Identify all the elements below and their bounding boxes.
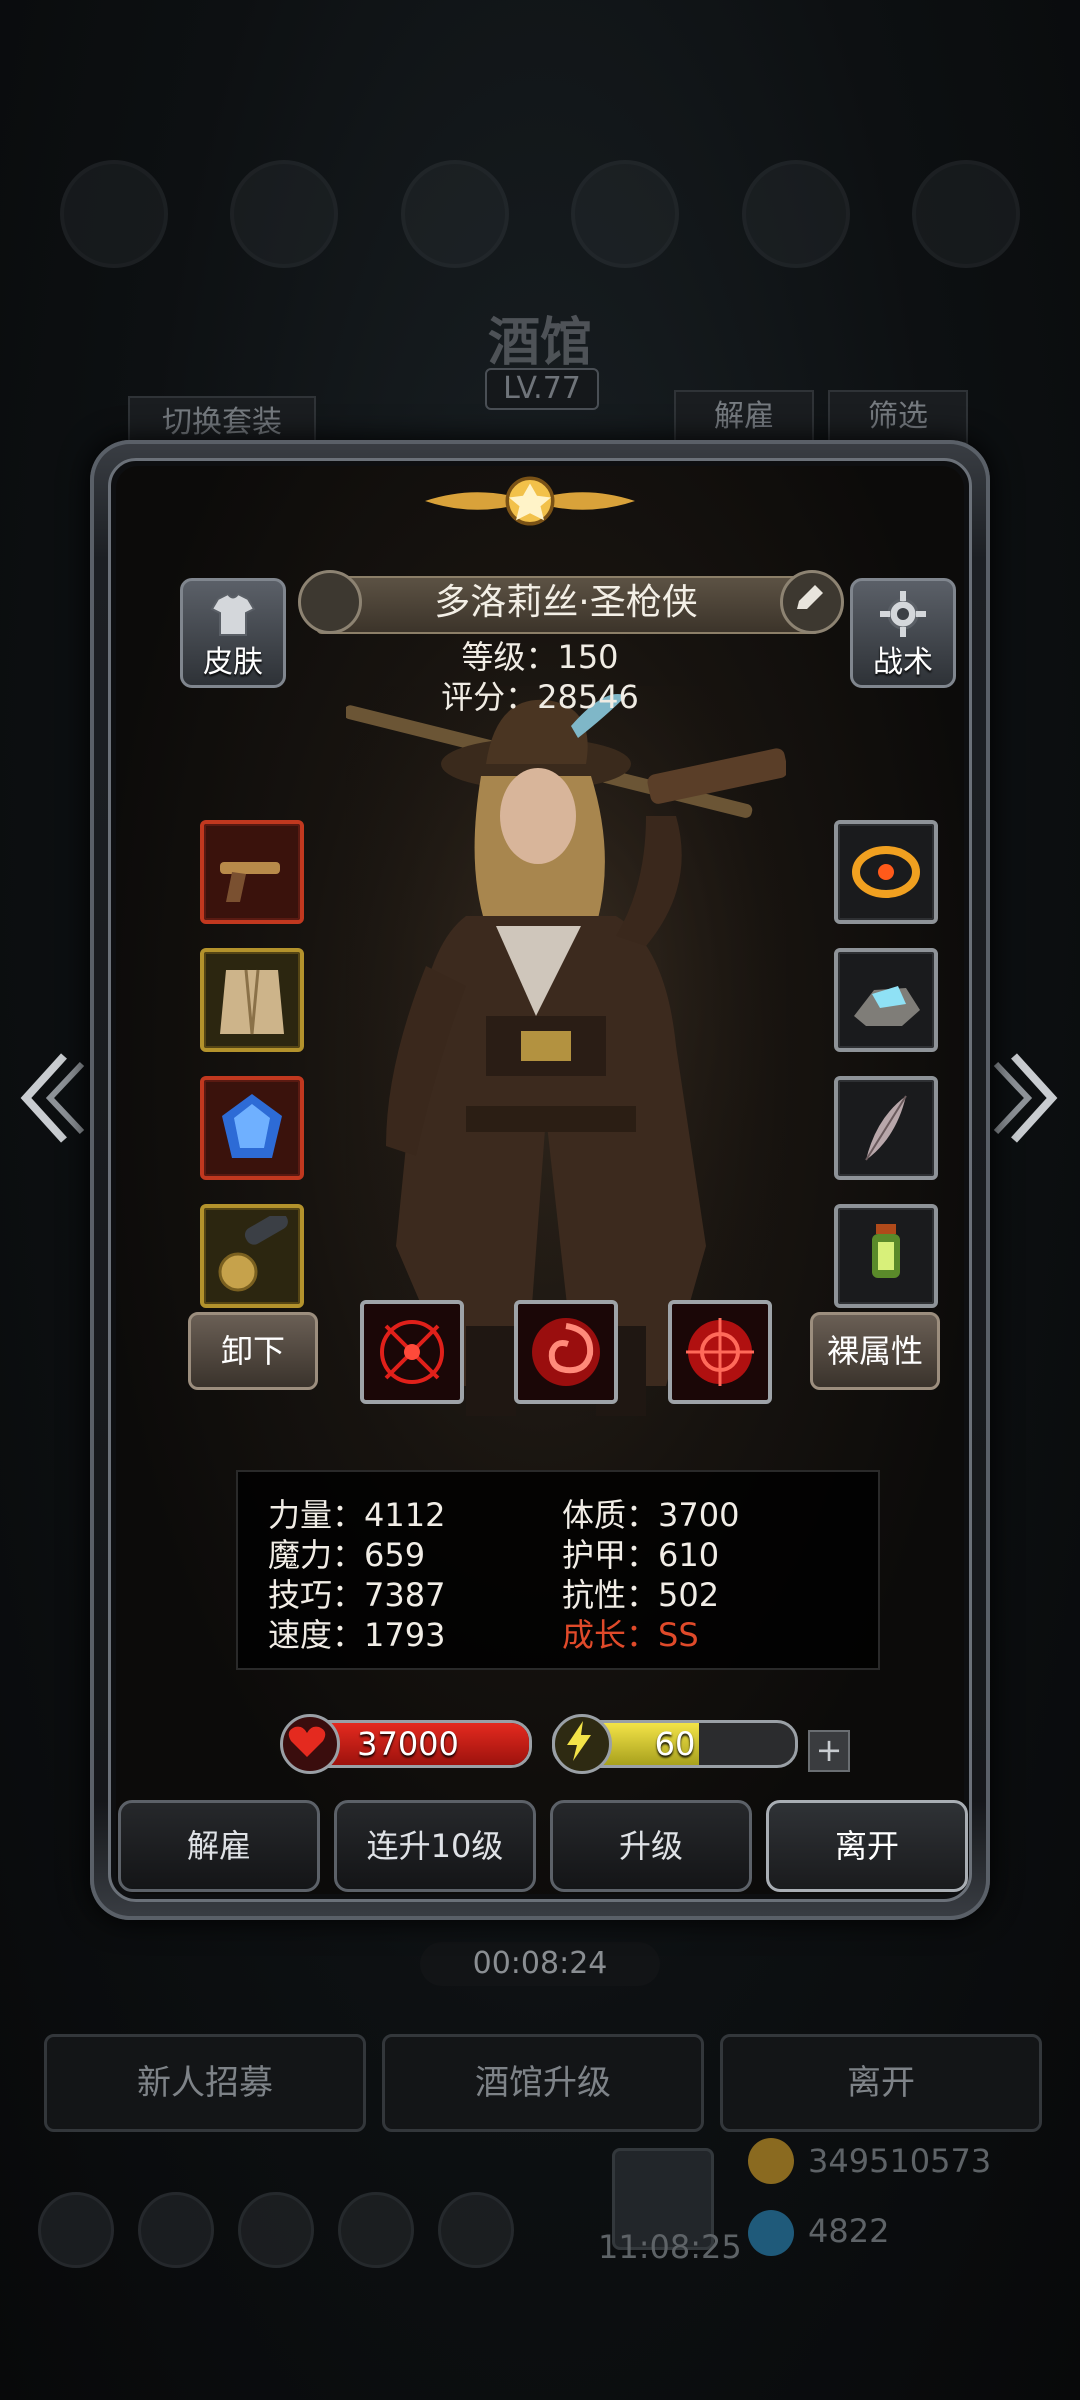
- leave-button[interactable]: 离开: [766, 1800, 968, 1892]
- fur-coat-icon: [220, 969, 284, 1035]
- swirl-skill-icon: [532, 1318, 600, 1386]
- previous-hero-arrow-icon[interactable]: [16, 1050, 86, 1146]
- stat-speed: 速度：1793: [268, 1616, 446, 1654]
- hero-name: 多洛莉丝·圣枪侠: [434, 582, 698, 623]
- filter-tab[interactable]: 筛选: [828, 390, 968, 444]
- equip-slot-accessory[interactable]: [200, 1204, 304, 1308]
- base-attributes-button[interactable]: 裸属性: [810, 1312, 940, 1390]
- tavern-level: LV.77: [485, 368, 599, 410]
- telescope-icon: [218, 1216, 288, 1292]
- crosshair-skill-icon: [380, 1320, 444, 1384]
- hero-detail-dialog: 皮肤 战术 多洛莉丝·圣枪侠 等级：150 评分：28546 卸下 裸属性 力量…: [90, 440, 990, 1920]
- background-dismiss-tab[interactable]: 解雇: [674, 390, 814, 444]
- nav-icon[interactable]: [38, 2192, 114, 2268]
- equip-slot-feather[interactable]: [834, 1076, 938, 1180]
- equip-slot-armor[interactable]: [200, 948, 304, 1052]
- equip-slot-lantern[interactable]: [834, 1204, 938, 1308]
- feather-icon: [865, 1095, 907, 1161]
- gem-amount: 4822: [808, 2212, 890, 2250]
- background-leave-button[interactable]: 离开: [720, 2034, 1042, 2132]
- gold-amount: 349510573: [808, 2142, 992, 2180]
- dismiss-button[interactable]: 解雇: [118, 1800, 320, 1892]
- next-hero-arrow-icon[interactable]: [992, 1050, 1062, 1146]
- upgrade-10-levels-button[interactable]: 连升10级: [334, 1800, 536, 1892]
- hero-panel: 皮肤 战术 多洛莉丝·圣枪侠 等级：150 评分：28546 卸下 裸属性 力量…: [116, 466, 964, 1894]
- gold-coin-icon: [748, 2138, 794, 2184]
- equip-slot-ring[interactable]: [834, 820, 938, 924]
- background-top-icons: [60, 160, 1020, 270]
- nav-icon[interactable]: [338, 2192, 414, 2268]
- nav-icon[interactable]: [438, 2192, 514, 2268]
- tavern-upgrade-button[interactable]: 酒馆升级: [382, 2034, 704, 2132]
- stats-panel: 力量：4112 体质：3700 魔力：659 护甲：610 技巧：7387 抗性…: [236, 1470, 880, 1670]
- lightning-icon: [552, 1714, 612, 1774]
- equip-slot-gem[interactable]: [200, 1076, 304, 1180]
- flame-ring-icon: [852, 846, 920, 898]
- nav-icon[interactable]: [238, 2192, 314, 2268]
- skill-slot-1[interactable]: [360, 1300, 464, 1404]
- crystal-stone-icon: [854, 986, 920, 1026]
- pistol-icon: [220, 862, 280, 902]
- skill-slot-2[interactable]: [514, 1300, 618, 1404]
- unequip-button[interactable]: 卸下: [188, 1312, 318, 1390]
- tavern-title: 酒馆: [487, 313, 592, 373]
- stat-growth: 成长：SS: [562, 1616, 699, 1654]
- blue-gem-icon: [222, 1094, 282, 1158]
- upgrade-button[interactable]: 升级: [550, 1800, 752, 1892]
- hero-score: 评分：28546: [441, 678, 639, 716]
- skill-slot-3[interactable]: [668, 1300, 772, 1404]
- crest-ornament-icon: [425, 476, 635, 526]
- nav-icon[interactable]: [138, 2192, 214, 2268]
- equip-slot-stone[interactable]: [834, 948, 938, 1052]
- heart-icon: [280, 1714, 340, 1774]
- recruit-button[interactable]: 新人招募: [44, 2034, 366, 2132]
- lantern-icon: [872, 1224, 900, 1278]
- target-skill-icon: [686, 1318, 754, 1386]
- add-energy-button[interactable]: +: [808, 1730, 850, 1772]
- background-timer: 00:08:24: [420, 1942, 660, 1986]
- equip-slot-weapon[interactable]: [200, 820, 304, 924]
- gem-icon: [748, 2210, 794, 2256]
- clock: 11:08:25: [598, 2228, 742, 2266]
